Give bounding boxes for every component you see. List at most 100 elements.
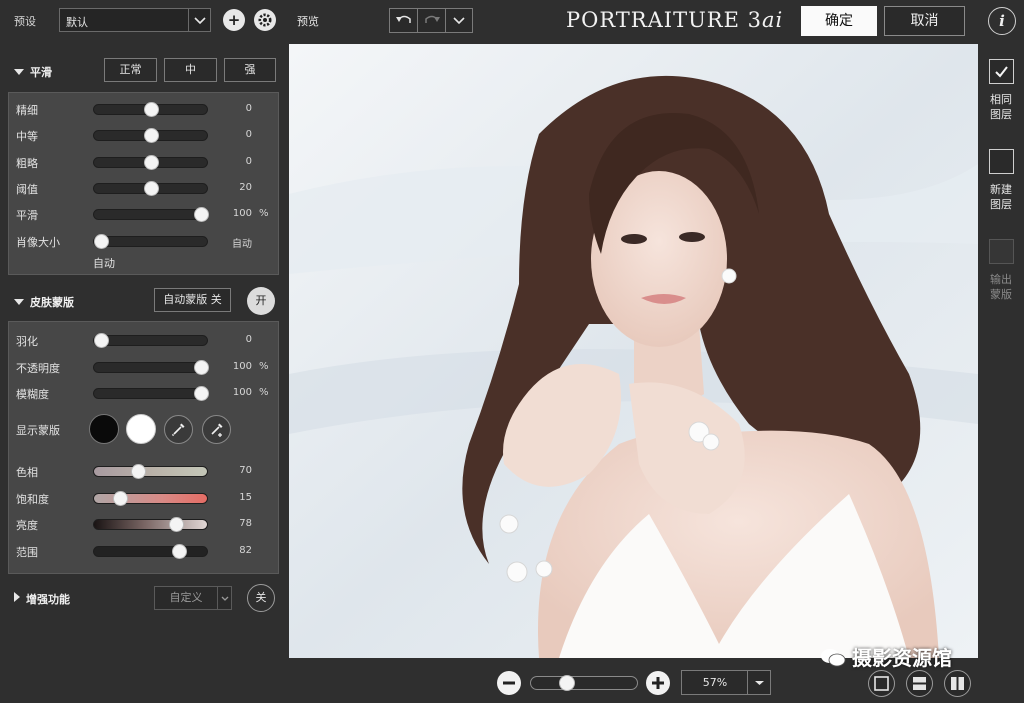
slider-label: 中等 [16, 130, 38, 144]
chevron-down-icon[interactable] [217, 587, 231, 609]
slider-track[interactable] [93, 490, 208, 506]
show-mask-label: 显示蒙版 [16, 424, 60, 437]
mode-strong-button[interactable]: 强 [224, 58, 276, 82]
mode-medium-button[interactable]: 中 [164, 58, 217, 82]
enhance-preset-select[interactable]: 自定义 [154, 586, 232, 610]
zoom-select[interactable]: 57% [681, 670, 771, 695]
enhance-toggle[interactable]: 关 [247, 584, 275, 612]
slider-track[interactable] [93, 154, 208, 170]
slider-track[interactable] [93, 233, 208, 249]
same-layer-checkbox[interactable] [989, 59, 1014, 84]
ok-button[interactable]: 确定 [801, 6, 877, 36]
slider-value: 0 [245, 103, 252, 114]
eyedropper-button[interactable] [164, 415, 193, 444]
slider-unit: % [259, 360, 269, 372]
slider-track[interactable] [93, 180, 208, 196]
eyedropper-add-button[interactable] [202, 415, 231, 444]
single-view-icon [874, 676, 889, 691]
slider-label: 羽化 [16, 335, 38, 348]
split-horizontal-view-button[interactable] [906, 670, 933, 697]
portrait-size-note: 自动 [93, 257, 115, 270]
add-preset-button[interactable]: + [223, 9, 245, 31]
app-logo: PORTRAITURE 3ai [566, 8, 783, 32]
skin-mask-section-header[interactable]: 皮肤蒙版 [14, 294, 74, 310]
black-mask-swatch[interactable] [89, 414, 119, 444]
zoom-slider-handle[interactable] [558, 675, 575, 691]
slider-value: 20 [239, 181, 252, 193]
skin-mask-toggle[interactable]: 开 [247, 287, 275, 315]
split-horizontal-icon [913, 677, 926, 690]
slider-handle[interactable] [194, 359, 209, 375]
caret-right-icon [14, 592, 20, 602]
chevron-down-icon[interactable] [188, 9, 210, 31]
output-mask-checkbox[interactable] [989, 239, 1014, 264]
slider-track[interactable] [93, 128, 208, 144]
slider-label: 肖像大小 [16, 235, 60, 249]
brand-suffix: ai [761, 8, 784, 32]
slider-label: 饱和度 [16, 492, 49, 506]
slider-handle[interactable] [172, 543, 187, 559]
same-layer-text-1: 相同 [990, 93, 1012, 106]
new-layer-checkbox[interactable] [989, 149, 1014, 174]
split-vertical-view-button[interactable] [944, 670, 971, 697]
same-layer-label: 相同 图层 [982, 92, 1020, 122]
eyedropper-icon [171, 423, 185, 437]
zoom-out-button[interactable] [497, 671, 521, 695]
undo-icon [396, 15, 411, 23]
slider-value: 自动 [232, 238, 252, 250]
slider-handle[interactable] [131, 464, 146, 479]
slider-handle[interactable] [169, 517, 184, 532]
slider-handle[interactable] [113, 490, 128, 506]
mode-normal-button[interactable]: 正常 [104, 58, 157, 82]
slider-handle[interactable] [144, 180, 159, 196]
output-mask-text-2: 蒙版 [990, 288, 1012, 301]
slider-handle[interactable] [144, 102, 159, 117]
chevron-down-icon[interactable] [747, 671, 770, 694]
gear-icon [258, 13, 272, 27]
minus-icon [503, 681, 515, 685]
auto-mask-button[interactable]: 自动蒙版 关 [154, 288, 231, 312]
slider-track[interactable] [93, 517, 208, 532]
undo-button[interactable] [390, 9, 418, 32]
slider-track[interactable] [93, 464, 208, 479]
history-dropdown[interactable] [446, 9, 472, 32]
preview-label: 预览 [297, 15, 319, 28]
slider-value: 15 [239, 491, 252, 503]
split-vertical-icon [951, 677, 964, 690]
preview-image[interactable] [289, 44, 978, 658]
slider-track[interactable] [93, 543, 208, 559]
slider-track[interactable] [93, 207, 209, 223]
white-mask-swatch[interactable] [126, 414, 156, 444]
preset-value: 默认 [66, 16, 88, 29]
new-layer-label: 新建 图层 [982, 182, 1020, 212]
slider-value: 100 [232, 360, 252, 372]
slider-track[interactable] [93, 102, 208, 117]
cancel-button[interactable]: 取消 [884, 6, 965, 36]
portrait-photo [289, 44, 978, 658]
slider-handle[interactable] [94, 333, 109, 348]
redo-button[interactable] [418, 9, 446, 32]
slider-handle[interactable] [194, 386, 209, 401]
slider-value: 100 [232, 208, 252, 220]
slider-handle[interactable] [144, 154, 159, 170]
eyedropper-add-icon [211, 423, 223, 437]
slider-track[interactable] [93, 386, 209, 401]
slider-handle[interactable] [94, 233, 109, 249]
enhance-section-header[interactable]: 增强功能 [14, 591, 70, 607]
single-view-button[interactable] [868, 670, 895, 697]
preset-settings-button[interactable] [254, 9, 276, 31]
info-button[interactable]: i [988, 7, 1016, 35]
slider-track[interactable] [93, 333, 208, 348]
slider-value: 100 [232, 387, 252, 398]
redo-icon [425, 15, 440, 23]
zoom-slider[interactable] [530, 675, 638, 691]
wechat-icon [821, 649, 846, 667]
history-controls [389, 8, 473, 33]
smoothing-section-header[interactable]: 平滑 [14, 64, 52, 80]
preset-select[interactable]: 默认 [59, 8, 211, 32]
enhance-title: 增强功能 [26, 593, 70, 606]
settings-panel: 预设 默认 + 平滑 正常 中 强 精细 0 中等 0 粗略 0 阈值 20 平滑 100% 肖像大… [0, 0, 284, 703]
slider-track[interactable] [93, 359, 209, 375]
preset-label: 预设 [14, 15, 36, 28]
zoom-in-button[interactable] [646, 671, 670, 695]
